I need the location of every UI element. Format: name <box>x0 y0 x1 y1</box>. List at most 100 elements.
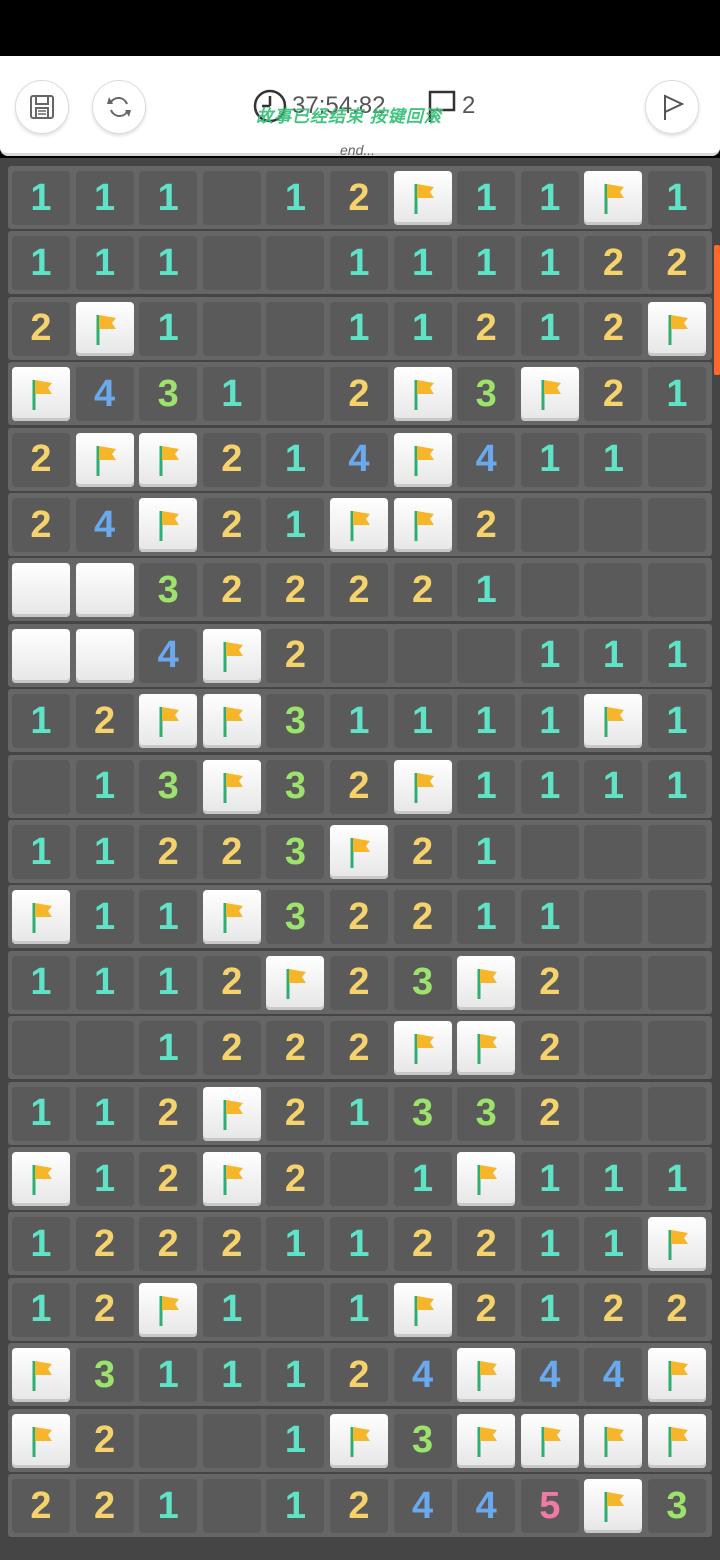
number-cell[interactable]: 2 <box>330 171 388 225</box>
number-cell[interactable]: 1 <box>330 1086 388 1141</box>
number-cell[interactable]: 3 <box>139 563 198 618</box>
number-cell[interactable]: 1 <box>457 563 516 618</box>
number-cell[interactable]: 1 <box>457 825 516 879</box>
number-cell[interactable]: 2 <box>75 1479 134 1533</box>
flagged-cell[interactable] <box>12 1348 70 1403</box>
flagged-cell[interactable] <box>648 1413 706 1468</box>
restart-button[interactable] <box>92 80 146 134</box>
number-cell[interactable]: 2 <box>584 1282 643 1337</box>
number-cell[interactable]: 1 <box>266 1479 325 1533</box>
flagged-cell[interactable] <box>457 1413 516 1468</box>
number-cell[interactable]: 1 <box>584 1152 643 1206</box>
number-cell[interactable]: 1 <box>584 1217 643 1272</box>
number-cell[interactable]: 2 <box>330 1021 388 1076</box>
number-cell[interactable]: 1 <box>648 628 706 683</box>
flagged-cell[interactable] <box>457 955 516 1010</box>
number-cell[interactable]: 2 <box>393 563 452 618</box>
empty-cell[interactable] <box>139 1413 198 1468</box>
flagged-cell[interactable] <box>393 367 452 422</box>
empty-cell[interactable] <box>648 955 706 1010</box>
empty-cell[interactable] <box>457 628 516 683</box>
number-cell[interactable]: 1 <box>266 432 325 487</box>
empty-cell[interactable] <box>520 563 579 618</box>
flagged-cell[interactable] <box>12 1413 70 1468</box>
empty-cell[interactable] <box>584 955 643 1010</box>
number-cell[interactable]: 1 <box>520 1282 579 1337</box>
empty-cell[interactable] <box>12 759 70 814</box>
number-cell[interactable]: 1 <box>202 367 261 422</box>
number-cell[interactable]: 1 <box>12 171 70 225</box>
empty-cell[interactable] <box>584 498 643 552</box>
number-cell[interactable]: 2 <box>266 1086 325 1141</box>
flagged-cell[interactable] <box>139 694 198 749</box>
number-cell[interactable]: 2 <box>75 1217 134 1272</box>
number-cell[interactable]: 1 <box>12 694 70 749</box>
flagged-cell[interactable] <box>457 1152 516 1206</box>
number-cell[interactable]: 4 <box>393 1479 452 1533</box>
number-cell[interactable]: 1 <box>266 1217 325 1272</box>
flagged-cell[interactable] <box>202 694 261 749</box>
empty-cell[interactable] <box>202 171 261 225</box>
flagged-cell[interactable] <box>648 301 706 356</box>
flagged-cell[interactable] <box>520 367 579 422</box>
number-cell[interactable]: 1 <box>75 1086 134 1141</box>
number-cell[interactable]: 2 <box>330 759 388 814</box>
number-cell[interactable]: 2 <box>75 1282 134 1337</box>
number-cell[interactable]: 1 <box>139 1348 198 1403</box>
number-cell[interactable]: 2 <box>75 694 134 749</box>
flagged-cell[interactable] <box>330 1413 388 1468</box>
empty-cell[interactable] <box>520 825 579 879</box>
number-cell[interactable]: 1 <box>520 628 579 683</box>
number-cell[interactable]: 2 <box>330 563 388 618</box>
flagged-cell[interactable] <box>139 1282 198 1337</box>
number-cell[interactable]: 1 <box>457 236 516 291</box>
number-cell[interactable]: 1 <box>75 236 134 291</box>
flagged-cell[interactable] <box>75 432 134 487</box>
number-cell[interactable]: 1 <box>520 1217 579 1272</box>
empty-cell[interactable] <box>266 236 325 291</box>
number-cell[interactable]: 2 <box>202 432 261 487</box>
number-cell[interactable]: 1 <box>12 1282 70 1337</box>
number-cell[interactable]: 3 <box>139 367 198 422</box>
number-cell[interactable]: 2 <box>330 1348 388 1403</box>
flagged-cell[interactable] <box>202 759 261 814</box>
flag-mode-button[interactable] <box>645 80 699 134</box>
number-cell[interactable]: 1 <box>520 1152 579 1206</box>
number-cell[interactable]: 2 <box>202 563 261 618</box>
number-cell[interactable]: 3 <box>266 759 325 814</box>
number-cell[interactable]: 1 <box>75 759 134 814</box>
empty-cell[interactable] <box>520 498 579 552</box>
number-cell[interactable]: 2 <box>12 301 70 356</box>
save-button[interactable] <box>15 80 69 134</box>
number-cell[interactable]: 2 <box>520 955 579 1010</box>
number-cell[interactable]: 1 <box>139 890 198 945</box>
number-cell[interactable]: 1 <box>520 301 579 356</box>
empty-cell[interactable] <box>648 1086 706 1141</box>
number-cell[interactable]: 3 <box>139 759 198 814</box>
number-cell[interactable]: 1 <box>12 955 70 1010</box>
number-cell[interactable]: 1 <box>457 171 516 225</box>
number-cell[interactable]: 1 <box>648 694 706 749</box>
number-cell[interactable]: 4 <box>393 1348 452 1403</box>
number-cell[interactable]: 1 <box>393 694 452 749</box>
number-cell[interactable]: 1 <box>520 694 579 749</box>
unopened-cell[interactable] <box>75 628 134 683</box>
flagged-cell[interactable] <box>393 1021 452 1076</box>
number-cell[interactable]: 2 <box>520 1086 579 1141</box>
empty-cell[interactable] <box>584 563 643 618</box>
number-cell[interactable]: 1 <box>330 694 388 749</box>
empty-cell[interactable] <box>330 1152 388 1206</box>
number-cell[interactable]: 1 <box>584 628 643 683</box>
number-cell[interactable]: 2 <box>266 1021 325 1076</box>
number-cell[interactable]: 3 <box>457 367 516 422</box>
flagged-cell[interactable] <box>12 890 70 945</box>
empty-cell[interactable] <box>648 498 706 552</box>
number-cell[interactable]: 1 <box>139 236 198 291</box>
flagged-cell[interactable] <box>12 1152 70 1206</box>
empty-cell[interactable] <box>648 563 706 618</box>
number-cell[interactable]: 1 <box>266 171 325 225</box>
unopened-cell[interactable] <box>75 563 134 618</box>
number-cell[interactable]: 3 <box>266 825 325 879</box>
number-cell[interactable]: 2 <box>202 1217 261 1272</box>
number-cell[interactable]: 4 <box>75 498 134 552</box>
